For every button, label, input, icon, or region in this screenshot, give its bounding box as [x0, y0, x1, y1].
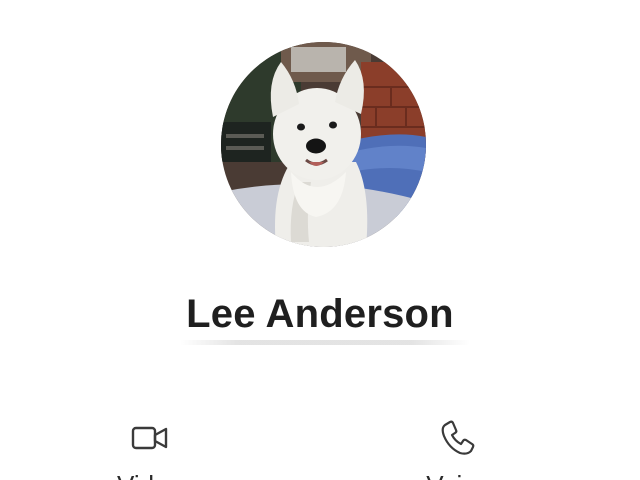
- contact-name: Lee Anderson: [186, 292, 454, 336]
- voice-call-label: Voice: [398, 470, 518, 480]
- contact-card-screen: Lee Anderson Video Voice: [0, 0, 640, 480]
- phone-icon: [438, 418, 478, 458]
- voice-call-button[interactable]: Voice: [398, 410, 518, 480]
- video-camera-icon: [130, 418, 170, 458]
- video-call-label: Video: [90, 470, 210, 480]
- avatar-photo: [221, 42, 426, 247]
- video-call-button[interactable]: Video: [90, 410, 210, 480]
- contact-subtitle-placeholder: [180, 340, 470, 345]
- contact-avatar[interactable]: [221, 42, 426, 247]
